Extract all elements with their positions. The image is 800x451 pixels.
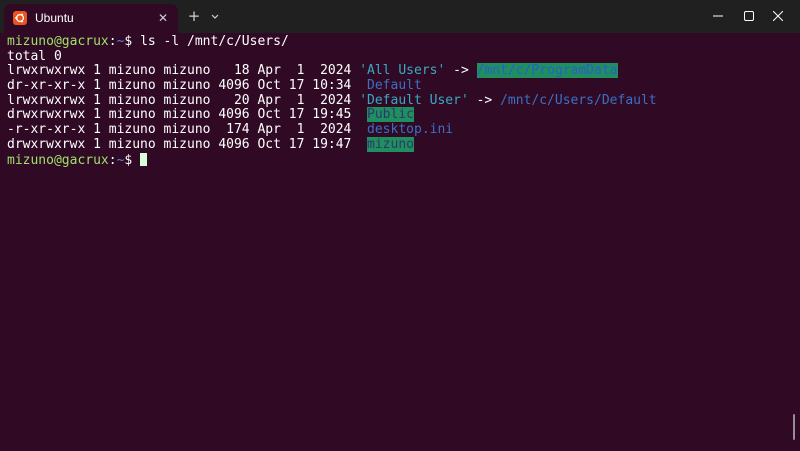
close-window-button[interactable]	[756, 0, 800, 32]
minimize-icon	[713, 15, 723, 17]
chevron-down-icon[interactable]	[207, 8, 223, 24]
terminal-window: Ubuntu ✕ + mizuno@gacrux:~$ ls -l /mnt/c…	[0, 0, 800, 451]
entry-name: mizuno	[367, 136, 414, 152]
maximize-icon	[744, 11, 754, 21]
entry-arrow: ->	[468, 92, 501, 108]
entry-target: /mnt/c/ProgramData	[476, 63, 618, 79]
entry-target: /mnt/c/Users/Default	[500, 92, 657, 108]
text-cursor	[140, 152, 148, 166]
prompt-user: mizuno@gacrux	[7, 152, 109, 168]
new-tab-button[interactable]: +	[186, 8, 202, 24]
entry-name: desktop.ini	[367, 122, 454, 138]
entry-info: drwxrwxrwx 1 mizuno mizuno 4096 Oct 17 1…	[7, 136, 368, 152]
command-line: mizuno@gacrux:~$ ls -l /mnt/c/Users/	[7, 34, 787, 50]
entry-arrow: ->	[445, 63, 477, 79]
title-bar: Ubuntu ✕ +	[0, 0, 800, 33]
close-tab-icon[interactable]: ✕	[154, 9, 172, 27]
command-text: ls -l /mnt/c/Users/	[140, 34, 289, 49]
prompt-user: mizuno@gacrux	[7, 34, 109, 49]
tab-title: Ubuntu	[35, 11, 74, 25]
ubuntu-logo-icon	[13, 11, 27, 25]
list-item: lrwxrwxrwx 1 mizuno mizuno 20 Apr 1 2024…	[7, 92, 787, 109]
list-item: -r-xr-xr-x 1 mizuno mizuno 174 Apr 1 202…	[7, 122, 787, 138]
scrollbar[interactable]	[793, 414, 795, 440]
entry-info: lrwxrwxrwx 1 mizuno mizuno 18 Apr 1 2024	[7, 63, 360, 79]
prompt-separator: :	[108, 152, 117, 168]
close-icon	[773, 11, 783, 21]
entry-name: 'Default User'	[359, 92, 469, 108]
tab-ubuntu[interactable]: Ubuntu ✕	[4, 4, 178, 33]
entry-info: lrwxrwxrwx 1 mizuno mizuno 20 Apr 1 2024	[7, 92, 360, 108]
entry-info: dr-xr-xr-x 1 mizuno mizuno 4096 Oct 17 1…	[7, 78, 368, 94]
total-line: total 0	[7, 48, 62, 64]
terminal-output[interactable]: mizuno@gacrux:~$ ls -l /mnt/c/Users/ tot…	[7, 34, 787, 445]
list-item: drwxrwxrwx 1 mizuno mizuno 4096 Oct 17 1…	[7, 107, 787, 123]
prompt-symbol: $	[124, 34, 141, 49]
entry-info: drwxrwxrwx 1 mizuno mizuno 4096 Oct 17 1…	[7, 107, 368, 123]
entry-name: Public	[367, 107, 414, 123]
list-item: dr-xr-xr-x 1 mizuno mizuno 4096 Oct 17 1…	[7, 78, 787, 94]
list-item: drwxrwxrwx 1 mizuno mizuno 4096 Oct 17 1…	[7, 136, 787, 153]
entry-name: Default	[367, 78, 422, 94]
list-item: lrwxrwxrwx 1 mizuno mizuno 18 Apr 1 2024…	[7, 63, 787, 79]
prompt-symbol: $	[124, 152, 141, 168]
entry-info: -r-xr-xr-x 1 mizuno mizuno 174 Apr 1 202…	[7, 122, 368, 138]
prompt-line: mizuno@gacrux:~$	[7, 152, 787, 168]
prompt-separator: :	[108, 34, 117, 49]
entry-name: 'All Users'	[359, 63, 446, 79]
